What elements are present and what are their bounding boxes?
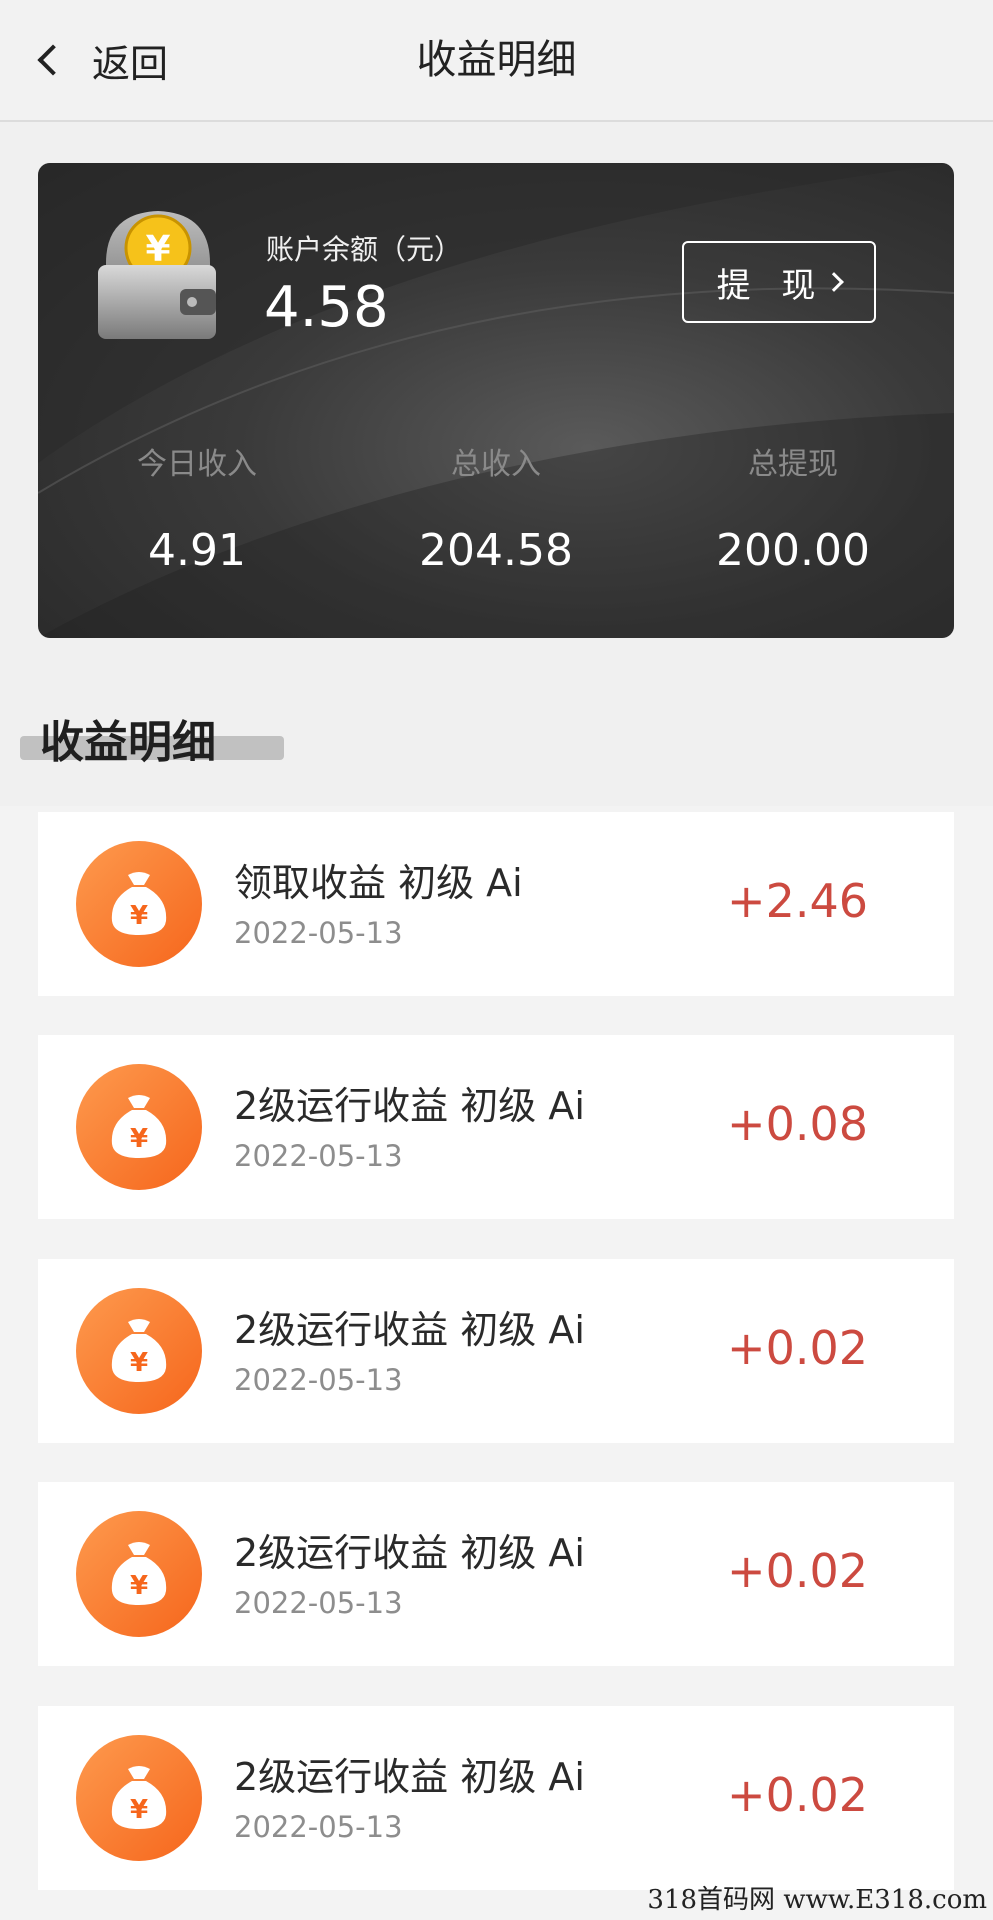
- section-title: 收益明细: [40, 717, 216, 768]
- stat-value: 200.00: [716, 525, 870, 576]
- stat-value: 204.58: [419, 525, 573, 576]
- money-bag-icon: ¥: [76, 1064, 202, 1190]
- money-bag-icon: ¥: [76, 1735, 202, 1861]
- income-list: ¥ 领取收益 初级 Ai 2022-05-13 +2.46 ¥ 2级运行收益 初…: [0, 806, 993, 1920]
- withdraw-label: 提 现: [716, 265, 826, 306]
- stat-total-income: 总收入 204.58: [346, 439, 646, 576]
- item-title: 2级运行收益 初级 Ai: [234, 1755, 585, 1799]
- svg-text:¥: ¥: [130, 1571, 148, 1601]
- stat-today-income: 今日收入 4.91: [47, 439, 347, 576]
- balance-card: ¥ 账户余额（元） 4.58 提 现 今日收入 4.91 总收入 204.58 …: [38, 163, 954, 638]
- item-date: 2022-05-13: [234, 1586, 403, 1620]
- item-title: 2级运行收益 初级 Ai: [234, 1084, 585, 1128]
- wallet-icon: ¥: [98, 211, 216, 339]
- item-amount: +0.02: [727, 1768, 868, 1822]
- svg-text:¥: ¥: [130, 901, 148, 931]
- item-title: 2级运行收益 初级 Ai: [234, 1531, 585, 1575]
- list-item[interactable]: ¥ 2级运行收益 初级 Ai 2022-05-13 +0.02: [38, 1482, 954, 1666]
- balance-label: 账户余额（元）: [266, 233, 463, 266]
- item-date: 2022-05-13: [234, 1363, 403, 1397]
- money-bag-icon: ¥: [76, 1288, 202, 1414]
- stat-label: 总提现: [748, 447, 838, 482]
- item-amount: +2.46: [727, 874, 868, 928]
- item-date: 2022-05-13: [234, 1810, 403, 1844]
- income-detail-page: 返回 收益明细 ¥ 账户余额（元） 4.58 提 现 今日收入 4.91 总收入…: [0, 0, 993, 1920]
- item-date: 2022-05-13: [234, 1139, 403, 1173]
- item-amount: +0.08: [727, 1097, 868, 1151]
- list-item[interactable]: ¥ 2级运行收益 初级 Ai 2022-05-13 +0.02: [38, 1706, 954, 1890]
- stat-label: 今日收入: [137, 447, 257, 482]
- svg-text:¥: ¥: [130, 1348, 148, 1378]
- item-date: 2022-05-13: [234, 916, 403, 950]
- stat-label: 总收入: [451, 447, 541, 482]
- svg-text:¥: ¥: [130, 1124, 148, 1154]
- list-item[interactable]: ¥ 2级运行收益 初级 Ai 2022-05-13 +0.02: [38, 1259, 954, 1443]
- balance-value: 4.58: [264, 275, 389, 340]
- watermark: 318首码网 www.E318.com: [647, 1885, 987, 1915]
- list-item[interactable]: ¥ 2级运行收益 初级 Ai 2022-05-13 +0.08: [38, 1035, 954, 1219]
- money-bag-icon: ¥: [76, 841, 202, 967]
- item-amount: +0.02: [727, 1321, 868, 1375]
- svg-text:¥: ¥: [130, 1795, 148, 1825]
- money-bag-icon: ¥: [76, 1511, 202, 1637]
- item-amount: +0.02: [727, 1544, 868, 1598]
- item-title: 领取收益 初级 Ai: [234, 861, 523, 905]
- section-heading: 收益明细: [20, 706, 284, 770]
- page-title: 收益明细: [416, 37, 577, 83]
- nav-bar: 返回 收益明细: [0, 0, 993, 122]
- svg-text:¥: ¥: [145, 229, 170, 270]
- stat-value: 4.91: [148, 525, 246, 576]
- chevron-right-icon: [824, 272, 845, 292]
- stat-total-withdrawn: 总提现 200.00: [643, 439, 943, 576]
- item-title: 2级运行收益 初级 Ai: [234, 1308, 585, 1352]
- withdraw-button[interactable]: 提 现: [682, 241, 876, 323]
- list-item[interactable]: ¥ 领取收益 初级 Ai 2022-05-13 +2.46: [38, 812, 954, 996]
